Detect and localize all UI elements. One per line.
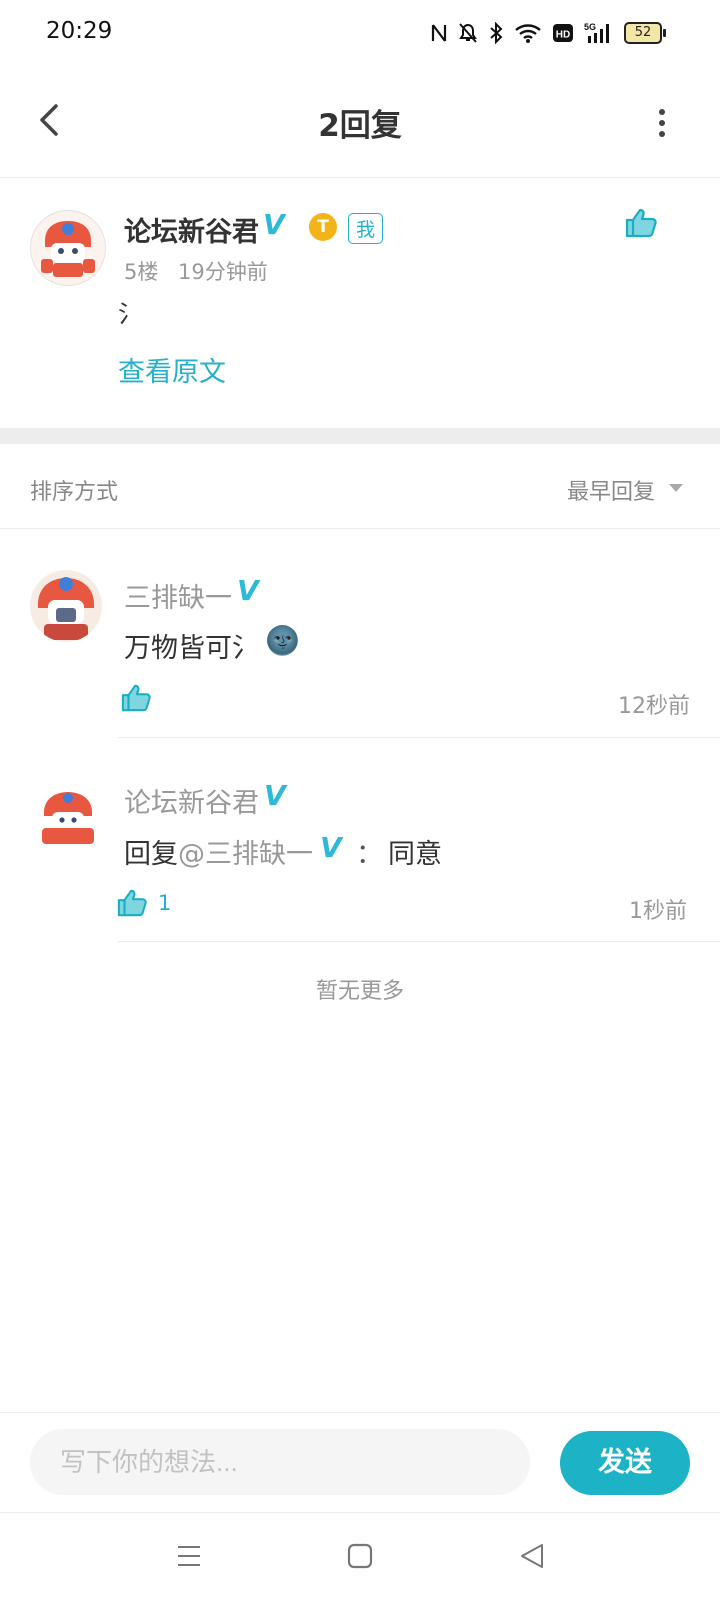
post-author-name[interactable]: 论坛新谷君 [124, 210, 259, 249]
back-triangle-icon[interactable] [519, 1542, 545, 1570]
wifi-icon [515, 24, 541, 43]
verified-v-icon: V [263, 208, 285, 241]
coin-level-icon: T [309, 213, 337, 241]
system-nav-bar [0, 1512, 720, 1601]
sort-divider [0, 528, 720, 529]
moon-emoji: 🌚 [265, 624, 300, 657]
post-time: 19分钟前 [178, 260, 268, 284]
status-time: 20:29 [46, 18, 113, 44]
bluetooth-icon [490, 22, 503, 44]
thumb-up-icon[interactable] [120, 683, 152, 713]
mention-link[interactable]: @三排缺一 [178, 832, 313, 871]
lion-mascot-icon [42, 792, 94, 844]
post-content: 氵 [118, 300, 142, 328]
mute-bell-icon [459, 23, 477, 43]
reply-content: 同意 [388, 839, 442, 870]
reply-separator: ： [356, 839, 383, 870]
reply-divider [118, 941, 720, 942]
reply-divider [118, 737, 720, 738]
reply-author-name[interactable]: 论坛新谷君 [124, 781, 259, 820]
verified-v-icon: V [237, 574, 259, 607]
hd-icon: HD [553, 24, 573, 42]
signal-5g-icon: 5G [584, 22, 609, 43]
more-options-icon[interactable] [650, 104, 674, 140]
reply-author-name[interactable]: 三排缺一 [124, 576, 232, 615]
reply-avatar[interactable] [38, 786, 98, 846]
sort-dropdown[interactable]: 最早回复 [567, 474, 655, 506]
menu-icon[interactable] [176, 1543, 202, 1569]
view-original-link[interactable]: 查看原文 [118, 350, 226, 389]
post-floor: 5楼 [124, 260, 159, 284]
reply-time: 1秒前 [629, 899, 687, 924]
chevron-down-icon[interactable] [669, 484, 683, 492]
section-divider [0, 428, 720, 444]
battery-indicator: 52 [624, 22, 666, 44]
svg-text:HD: HD [556, 30, 570, 41]
nfc-icon [431, 24, 447, 42]
lion-mascot-icon [30, 570, 102, 642]
lion-mascot-icon [31, 211, 105, 285]
svg-text:5G: 5G [584, 22, 596, 32]
no-more-text: 暂无更多 [315, 979, 404, 1004]
post-author-avatar[interactable] [30, 210, 106, 286]
header-divider [0, 177, 720, 178]
composer-divider [0, 1412, 720, 1413]
thumb-up-icon[interactable] [624, 207, 658, 239]
reply-prefix: 回复 [124, 839, 178, 870]
reply-time: 12秒前 [618, 694, 690, 719]
send-button[interactable]: 发送 [560, 1431, 690, 1495]
home-square-icon[interactable] [347, 1542, 373, 1570]
like-count: 1 [158, 891, 172, 915]
reply-content: 万物皆可氵 [124, 633, 259, 664]
sort-label: 排序方式 [30, 480, 119, 505]
status-icons: HD 5G 52 [430, 18, 666, 48]
page-title: 2回复 [318, 108, 402, 144]
verified-v-icon: V [264, 779, 286, 812]
verified-v-icon: V [320, 831, 342, 864]
me-badge: 我 [348, 213, 384, 244]
thumb-up-icon[interactable] [116, 888, 148, 918]
comment-input[interactable] [30, 1429, 530, 1495]
reply-avatar[interactable] [30, 570, 102, 642]
